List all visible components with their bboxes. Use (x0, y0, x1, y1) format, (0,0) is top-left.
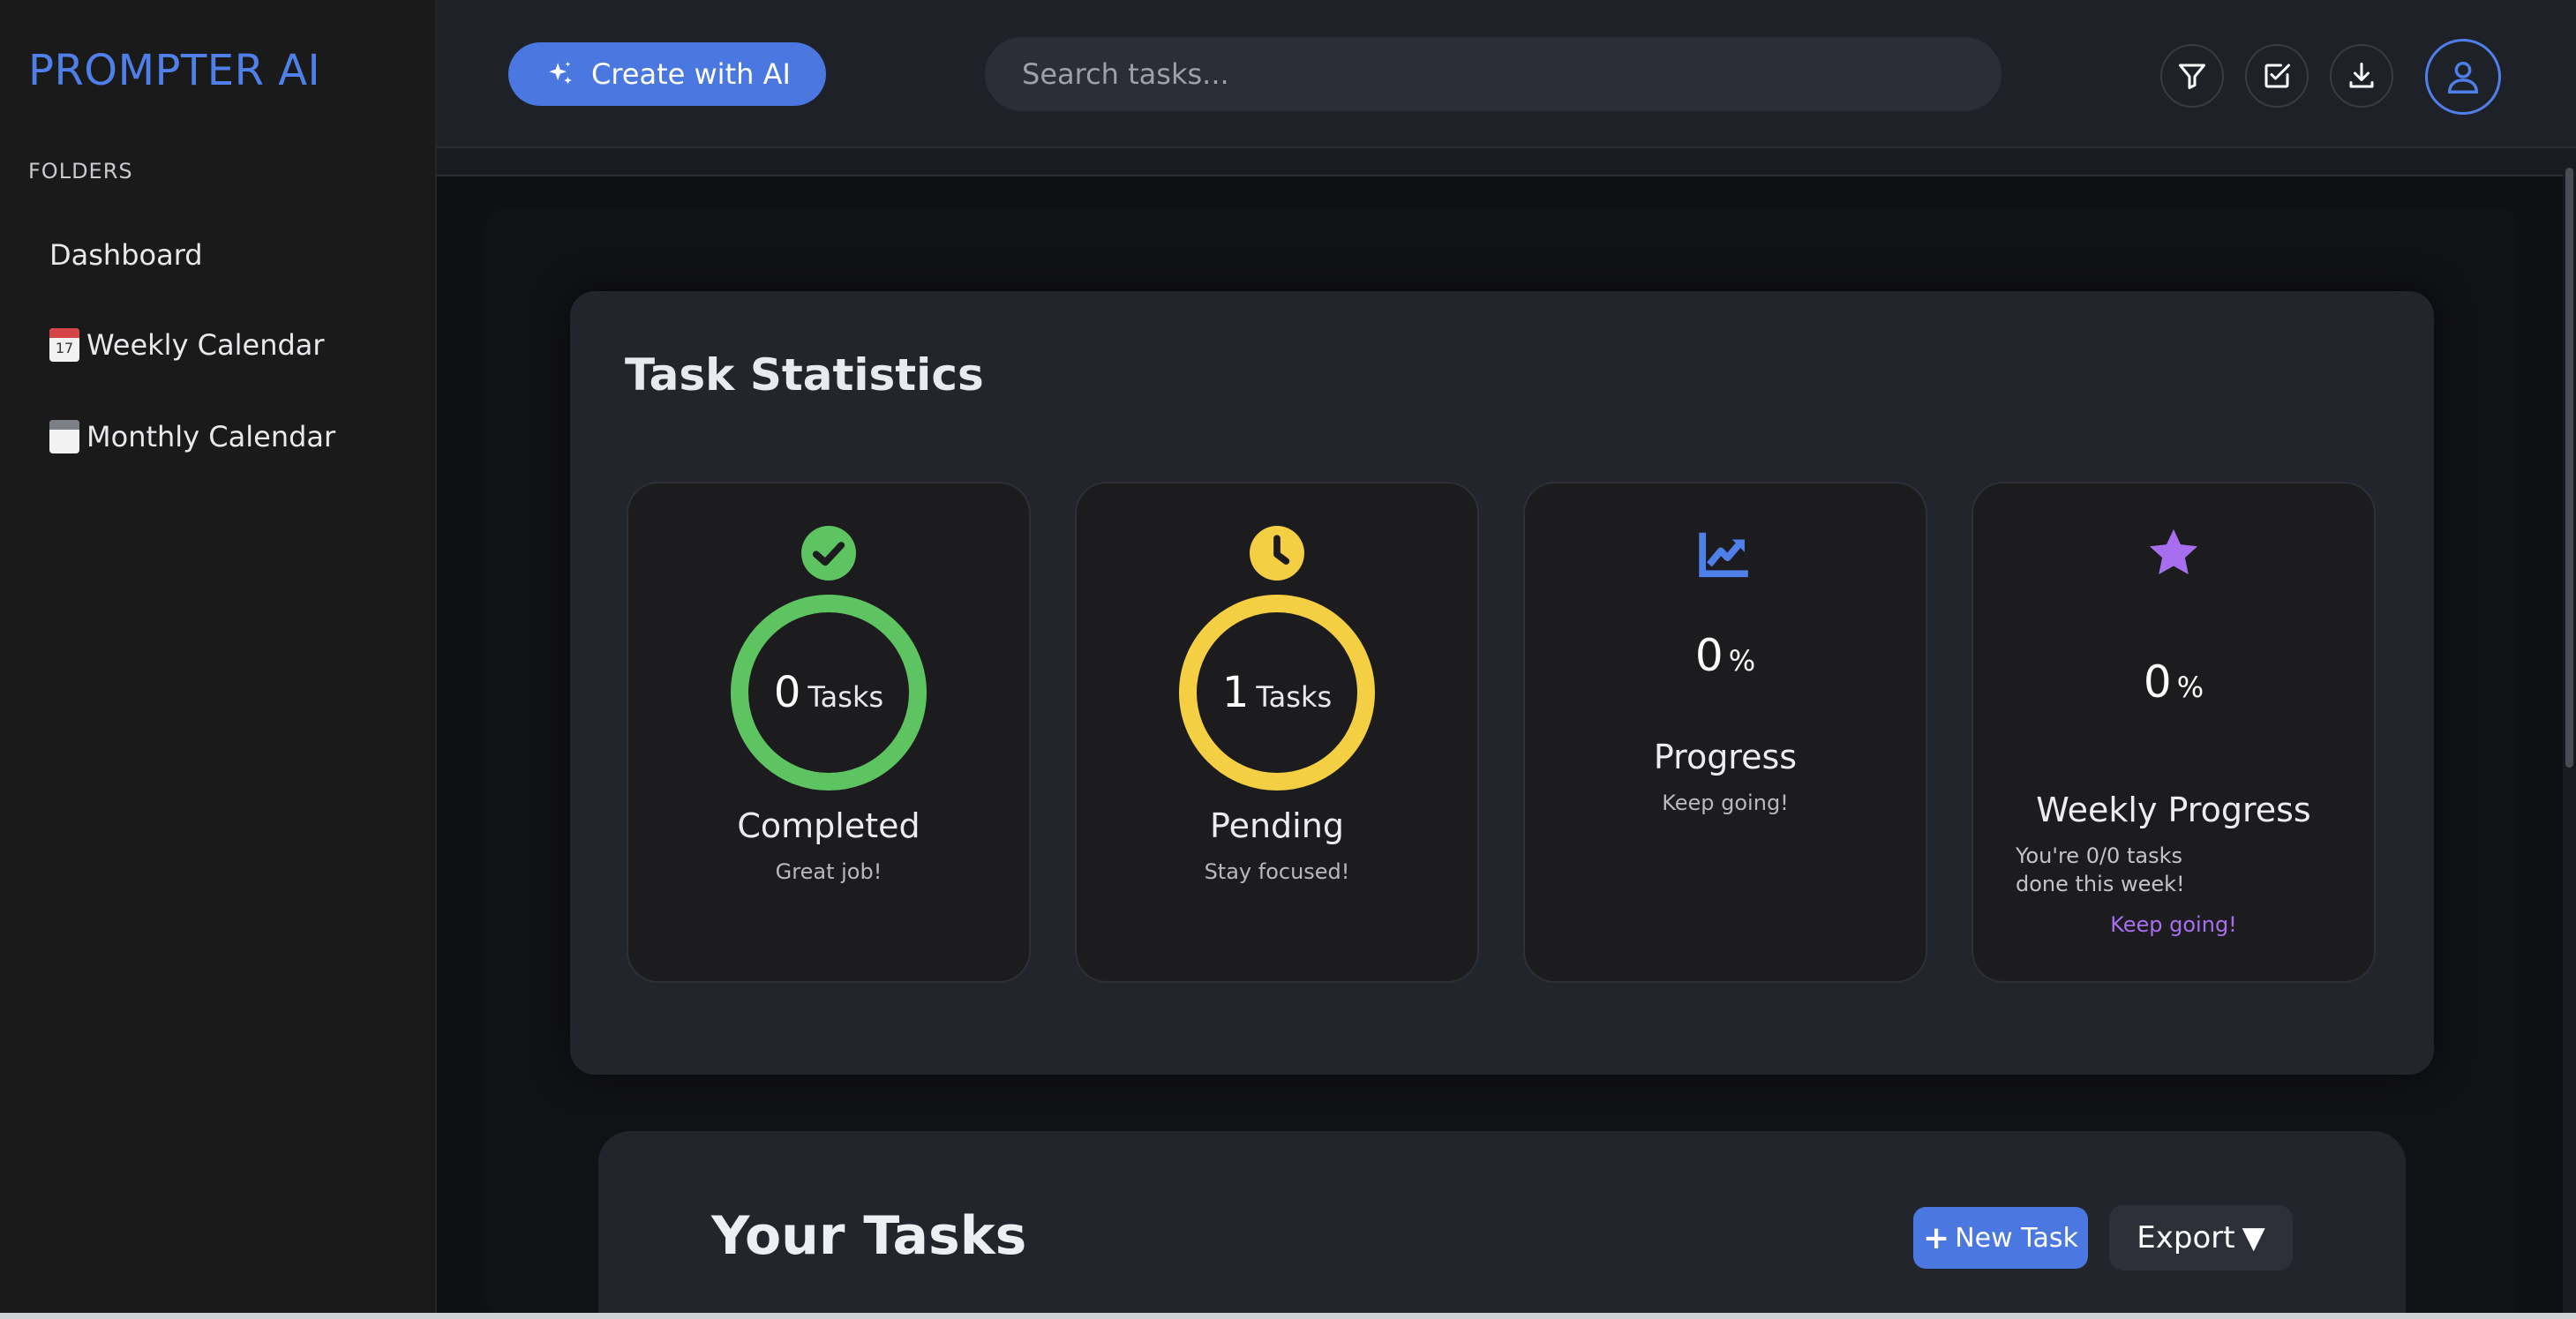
download-icon (2349, 63, 2374, 88)
sidebar: PROMPTER AI FOLDERS Dashboard 17 Weekly … (0, 0, 437, 1319)
completed-stat-card: 0 Tasks Completed Great job! (627, 482, 1031, 983)
page-scrollbar-thumb[interactable] (2565, 168, 2573, 768)
star-icon (2149, 528, 2198, 575)
progress-subtitle: Keep going! (1662, 791, 1789, 815)
search-input[interactable] (985, 37, 2001, 111)
download-button[interactable] (2330, 44, 2393, 108)
filter-button[interactable] (2160, 44, 2224, 108)
completed-unit: Tasks (807, 680, 884, 714)
user-icon (2447, 61, 2479, 94)
sidebar-item-label: Dashboard (49, 238, 203, 272)
brand-logo[interactable]: PROMPTER AI (28, 46, 320, 95)
create-with-ai-button[interactable]: Create with AI (508, 42, 826, 106)
weekly-progress-stat-card: 0% Weekly Progress You're 0/0 tasks done… (1971, 482, 2376, 983)
export-button[interactable]: Export ▼ (2109, 1205, 2293, 1270)
top-bar-divider (437, 148, 2576, 176)
weekly-progress-cta: Keep going! (2110, 912, 2237, 937)
pending-subtitle: Stay focused! (1204, 859, 1350, 884)
checkbox-icon (2264, 64, 2290, 88)
weekly-progress-note: You're 0/0 tasks done this week! (2016, 843, 2185, 896)
sidebar-item-dashboard[interactable]: Dashboard (49, 238, 203, 272)
check-circle-icon (801, 526, 856, 581)
clock-icon (1250, 526, 1304, 581)
sidebar-item-label: Monthly Calendar (86, 420, 336, 453)
export-label: Export (2137, 1220, 2235, 1255)
completed-count: 0 (773, 668, 801, 717)
pending-title: Pending (1210, 806, 1344, 845)
new-task-button[interactable]: + New Task (1913, 1207, 2088, 1269)
sparkles-icon (549, 61, 572, 85)
sidebar-item-label: Weekly Calendar (86, 328, 325, 362)
progress-value: 0% (1694, 630, 1756, 681)
sidebar-item-monthly-calendar[interactable]: Monthly Calendar (49, 420, 335, 453)
progress-title: Progress (1653, 738, 1798, 776)
caret-down-icon: ▼ (2242, 1220, 2265, 1255)
chart-line-icon (1699, 532, 1748, 578)
spiral-calendar-icon (49, 420, 79, 453)
completed-title: Completed (737, 806, 920, 845)
filter-icon (2179, 64, 2205, 89)
weekly-progress-title: Weekly Progress (2036, 791, 2311, 829)
folders-section-label: FOLDERS (28, 159, 133, 184)
calendar-17-icon: 17 (49, 328, 79, 362)
completed-subtitle: Great job! (775, 859, 882, 884)
select-tasks-button[interactable] (2245, 44, 2309, 108)
sidebar-item-weekly-calendar[interactable]: 17 Weekly Calendar (49, 328, 325, 362)
task-statistics-title: Task Statistics (625, 349, 984, 401)
app-root: PROMPTER AI FOLDERS Dashboard 17 Weekly … (0, 0, 2576, 1319)
completed-ring: 0 Tasks (731, 595, 927, 791)
profile-button[interactable] (2425, 39, 2501, 115)
pending-unit: Tasks (1256, 680, 1333, 714)
weekly-progress-value: 0% (2143, 656, 2204, 708)
pending-count: 1 (1221, 668, 1250, 717)
horizontal-scrollbar[interactable] (0, 1313, 2576, 1319)
create-with-ai-label: Create with AI (591, 57, 791, 91)
new-task-label: New Task (1955, 1222, 2078, 1254)
plus-icon: + (1923, 1219, 1950, 1256)
your-tasks-title: Your Tasks (711, 1205, 1027, 1267)
pending-ring: 1 Tasks (1179, 595, 1375, 791)
progress-stat-card: 0% Progress Keep going! (1523, 482, 1927, 983)
pending-stat-card: 1 Tasks Pending Stay focused! (1075, 482, 1479, 983)
